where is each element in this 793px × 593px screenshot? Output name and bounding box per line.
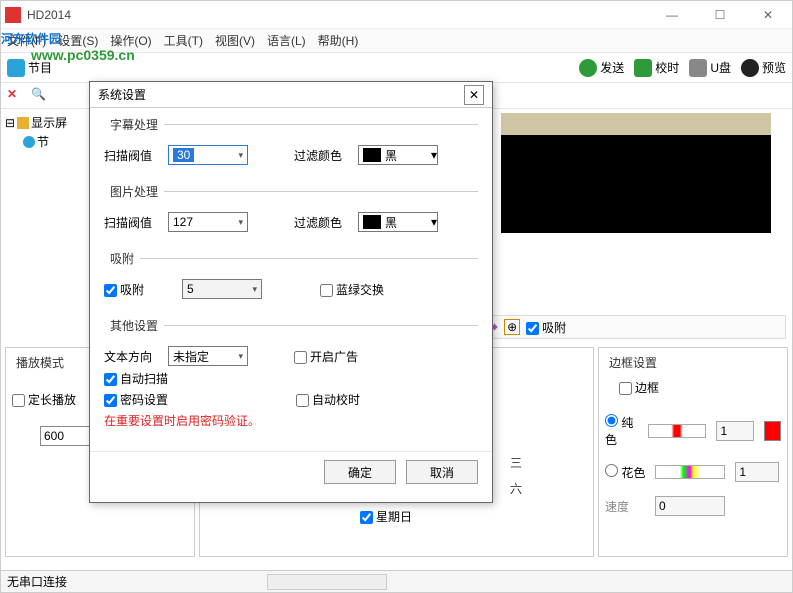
group-subtitle: 字幕处理 扫描阀值 30▾ 过滤颜色 黑▾ [104,116,478,179]
bg-text-2: 六 [510,480,522,497]
fit-icon[interactable]: ⊕ [504,319,520,335]
tb-usb[interactable]: U盘 [689,59,731,77]
image-threshold-label: 扫描阀值 [104,214,158,231]
menubar: 文件(F) 设置(S) 操作(O) 工具(T) 视图(V) 语言(L) 帮助(H… [1,29,792,53]
search-icon[interactable]: 🔍 [31,87,49,105]
border-title: 边框设置 [605,354,781,371]
menu-help[interactable]: 帮助(H) [318,32,359,49]
weekday-check[interactable]: 星期日 [360,510,412,524]
snap-check-dlg[interactable]: 吸附 [104,281,144,298]
tb-preview[interactable]: 预览 [741,59,786,77]
solid-radio[interactable]: 纯色 [605,414,638,448]
tree-root[interactable]: ⊟ 显示屏 [5,113,96,132]
delete-icon[interactable]: ✕ [7,87,25,105]
speed-label: 速度 [605,498,645,515]
subtitle-color-select[interactable]: 黑▾ [358,145,438,165]
group-other: 其他设置 文本方向 未指定▾ 开启广告 自动扫描 密码设置 自动校时 在重要设置… [104,317,478,439]
dialog-title: 系统设置 [98,86,464,103]
dialog-titlebar: 系统设置 ✕ [90,82,492,108]
app-title: HD2014 [27,8,652,22]
minimize-button[interactable]: — [652,3,692,27]
tb-send[interactable]: 发送 [579,59,624,77]
ad-check[interactable]: 开启广告 [294,348,358,365]
menu-settings[interactable]: 设置(S) [58,32,98,49]
snap-value-select[interactable]: 5▾ [182,279,262,299]
menu-view[interactable]: 视图(V) [215,32,255,49]
window-titlebar: HD2014 — ☐ ✕ [1,1,792,29]
fixed-play-check[interactable]: 定长播放 [12,393,76,407]
autoscan-check[interactable]: 自动扫描 [104,370,168,387]
panel-border: 边框设置 边框 纯色 1 花色 1 速度 0 [598,347,788,557]
tree-panel: ⊟ 显示屏 节 [1,109,101,339]
close-button[interactable]: ✕ [748,3,788,27]
status-text: 无串口连接 [7,573,67,590]
autotime-check[interactable]: 自动校时 [296,391,360,408]
menu-operate[interactable]: 操作(O) [110,32,151,49]
menu-language[interactable]: 语言(L) [267,32,306,49]
image-filter-label: 过滤颜色 [294,214,348,231]
pwd-check[interactable]: 密码设置 [104,391,168,408]
pattern-color-bar[interactable] [655,465,725,479]
cancel-button[interactable]: 取消 [406,460,478,484]
dialog-buttons: 确定 取消 [90,451,492,492]
border-check[interactable]: 边框 [619,381,659,395]
status-progress [267,574,387,590]
textdir-label: 文本方向 [104,348,158,365]
speed-input[interactable]: 0 [655,496,725,516]
app-icon [5,7,21,23]
group-image: 图片处理 扫描阀值 127▾ 过滤颜色 黑▾ [104,183,478,246]
led-preview[interactable] [501,113,771,233]
menu-tools[interactable]: 工具(T) [164,32,203,49]
window-buttons: — ☐ ✕ [652,3,788,27]
ok-button[interactable]: 确定 [324,460,396,484]
bg-text-1: 三 [510,454,522,471]
subtitle-filter-label: 过滤颜色 [294,147,348,164]
tb-sync-time[interactable]: 校时 [634,59,679,77]
solid-color-bar[interactable] [648,424,706,438]
dialog-close-icon[interactable]: ✕ [464,85,484,105]
group-snap: 吸附 吸附 5▾ 蓝绿交换 [104,250,478,313]
snap-check[interactable]: 吸附 [526,319,566,336]
toolbar: 节目 发送 校时 U盘 预览 [1,53,792,83]
dialog-system-settings: 系统设置 ✕ 字幕处理 扫描阀值 30▾ 过滤颜色 黑▾ 图片处理 扫描阀值 1… [89,81,493,503]
swap-check[interactable]: 蓝绿交换 [320,281,384,298]
pattern-width[interactable]: 1 [735,462,779,482]
textdir-select[interactable]: 未指定▾ [168,346,248,366]
pattern-radio[interactable]: 花色 [605,464,645,481]
image-threshold-select[interactable]: 127▾ [168,212,248,232]
tree-child[interactable]: 节 [5,132,96,151]
solid-color-box[interactable] [764,421,781,441]
subtitle-threshold-select[interactable]: 30▾ [168,145,248,165]
subtitle-threshold-label: 扫描阀值 [104,147,158,164]
pwd-warning: 在重要设置时启用密码验证。 [104,412,478,429]
menu-file[interactable]: 文件(F) [7,32,46,49]
maximize-button[interactable]: ☐ [700,3,740,27]
statusbar: 无串口连接 [1,570,792,592]
solid-width[interactable]: 1 [716,421,754,441]
tb-program[interactable]: 节目 [7,59,52,77]
image-color-select[interactable]: 黑▾ [358,212,438,232]
